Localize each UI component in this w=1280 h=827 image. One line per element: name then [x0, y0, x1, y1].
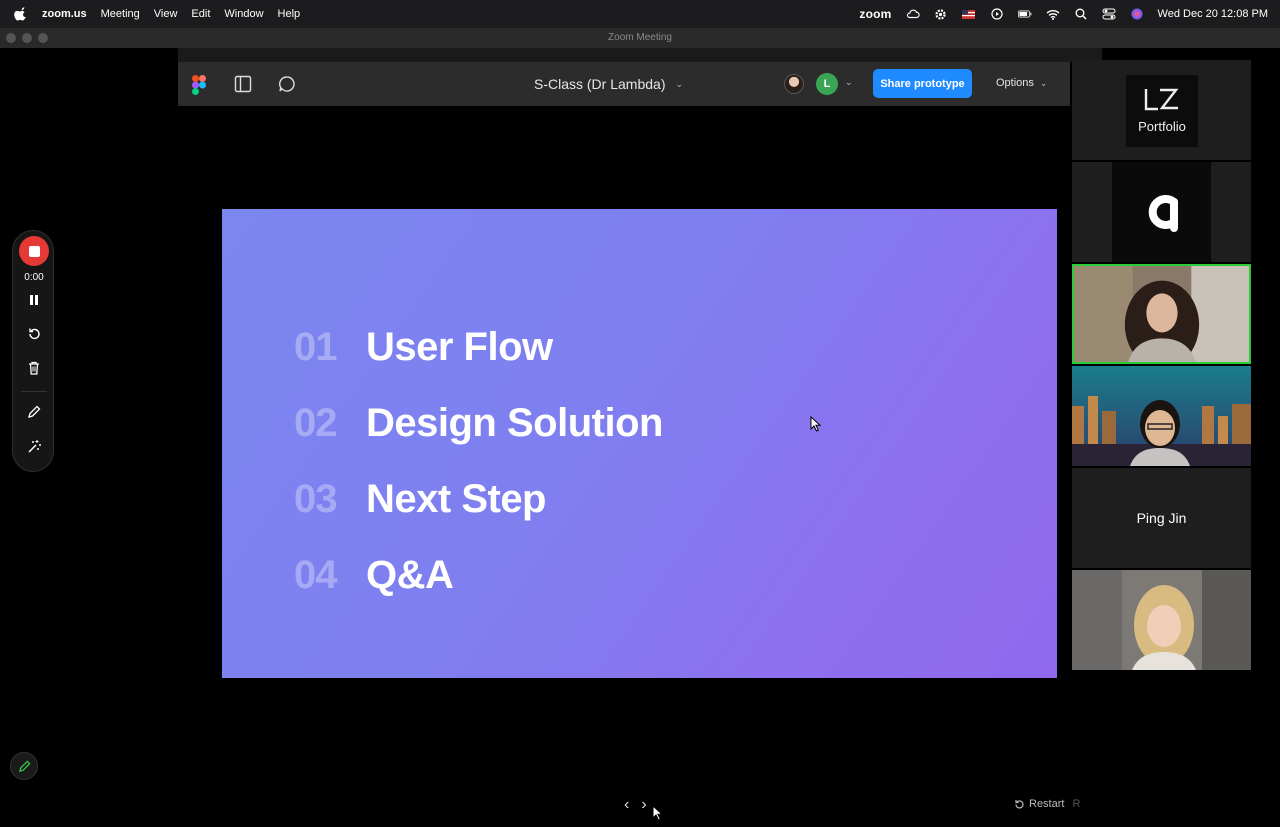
stop-recording-button[interactable] — [19, 236, 49, 266]
pause-recording-button[interactable] — [25, 291, 43, 309]
agenda-number: 04 — [294, 552, 338, 597]
chevron-down-icon: ⌄ — [1039, 77, 1048, 88]
fullscreen-window-button[interactable] — [38, 33, 48, 43]
chevron-down-icon: ⌄ — [675, 78, 684, 89]
flag-icon[interactable] — [962, 7, 976, 21]
pencil-icon — [18, 759, 31, 772]
file-title: S-Class (Dr Lambda) — [534, 76, 666, 92]
agenda-list: 01 User Flow 02 Design Solution 03 Next … — [294, 309, 663, 613]
undo-icon — [29, 328, 40, 340]
effects-tool-button[interactable] — [25, 437, 43, 455]
apple-icon[interactable] — [14, 7, 28, 21]
participant-video — [1074, 266, 1249, 362]
menu-help[interactable]: Help — [278, 8, 301, 20]
close-window-button[interactable] — [6, 33, 16, 43]
control-center-icon[interactable] — [1102, 7, 1116, 21]
agenda-item: 03 Next Step — [294, 461, 663, 537]
next-slide-icon[interactable]: › — [641, 796, 646, 814]
avatars-chevron-down-icon[interactable]: ⌄ — [845, 77, 853, 88]
agenda-label: Q&A — [366, 552, 454, 597]
agenda-item: 04 Q&A — [294, 537, 663, 613]
file-title-dropdown[interactable]: S-Class (Dr Lambda) ⌄ — [534, 76, 683, 92]
shared-screen[interactable]: S-Class (Dr Lambda) ⌄ L ⌄ Share prototyp… — [178, 48, 1102, 827]
draw-tool-button[interactable] — [25, 403, 43, 421]
avatar-initial[interactable]: L — [816, 73, 838, 95]
menu-window[interactable]: Window — [224, 8, 263, 20]
magic-wand-icon — [27, 439, 41, 453]
restart-shortcut-key: R — [1072, 798, 1081, 810]
mouse-cursor-icon — [652, 805, 664, 821]
settings-gear-icon[interactable] — [934, 7, 948, 21]
menu-edit[interactable]: Edit — [191, 8, 210, 20]
lz-portfolio-logo: Portfolio — [1126, 75, 1198, 147]
participant-tile[interactable] — [1072, 570, 1251, 670]
cloud-sync-icon[interactable] — [906, 7, 920, 21]
sidebar-toggle-icon[interactable] — [234, 75, 252, 93]
participant-tile[interactable] — [1072, 366, 1251, 466]
delete-recording-button[interactable] — [25, 359, 43, 377]
options-label: Options — [996, 77, 1034, 89]
restart-label: Restart — [1029, 798, 1065, 810]
pause-icon — [30, 295, 38, 305]
window-title: Zoom Meeting — [608, 32, 672, 43]
share-prototype-button[interactable]: Share prototype — [873, 69, 972, 98]
zoom-status-item[interactable]: zoom — [859, 7, 891, 21]
comment-icon[interactable] — [278, 75, 296, 93]
window-controls[interactable] — [6, 33, 48, 43]
prototype-navigation: ‹ › — [624, 796, 647, 814]
trash-icon — [29, 361, 39, 375]
lz-logo-text: Portfolio — [1138, 119, 1186, 134]
collaborator-avatars[interactable]: L — [784, 73, 838, 95]
search-icon[interactable] — [1074, 7, 1088, 21]
presentation-slide[interactable]: 01 User Flow 02 Design Solution 03 Next … — [222, 209, 1057, 678]
agenda-label: User Flow — [366, 324, 553, 369]
mouse-cursor-icon — [810, 416, 822, 432]
macos-menu-bar: zoom.us Meeting View Edit Window Help zo… — [0, 0, 1280, 28]
menu-view[interactable]: View — [154, 8, 178, 20]
recording-timer: 0:00 — [24, 272, 44, 283]
zoom-window-titlebar: Zoom Meeting — [0, 28, 1280, 48]
participant-tile-active-speaker[interactable] — [1072, 264, 1251, 364]
stop-icon — [28, 245, 40, 257]
previous-slide-icon[interactable]: ‹ — [624, 796, 629, 814]
menubar-datetime[interactable]: Wed Dec 20 12:08 PM — [1158, 8, 1268, 20]
wifi-icon[interactable] — [1046, 7, 1060, 21]
participant-tile[interactable]: Ping Jin — [1072, 468, 1251, 568]
participant-tile[interactable]: Portfolio — [1072, 60, 1251, 160]
toolbar-divider — [21, 391, 47, 392]
annotate-button[interactable] — [10, 752, 38, 780]
minimize-window-button[interactable] — [22, 33, 32, 43]
options-dropdown[interactable]: Options ⌄ — [996, 77, 1047, 89]
c-logo-icon — [1148, 195, 1178, 232]
recording-toolbar: 0:00 — [12, 230, 54, 472]
restart-recording-button[interactable] — [25, 325, 43, 343]
participant-tile[interactable] — [1072, 162, 1251, 262]
figma-toolbar: S-Class (Dr Lambda) ⌄ L ⌄ Share prototyp… — [178, 62, 1070, 106]
figma-logo-icon[interactable] — [192, 75, 206, 95]
participant-video — [1072, 366, 1251, 466]
agenda-number: 01 — [294, 324, 338, 369]
agenda-label: Next Step — [366, 476, 547, 521]
siri-icon[interactable] — [1130, 7, 1144, 21]
lz-logo-icon — [1144, 88, 1179, 111]
restart-icon — [1015, 799, 1024, 809]
agenda-number: 02 — [294, 400, 338, 445]
pencil-icon — [28, 405, 41, 418]
participant-video — [1072, 570, 1251, 670]
shared-browser-tabstrip — [178, 48, 1102, 62]
agenda-item: 01 User Flow — [294, 309, 663, 385]
avatar[interactable] — [784, 74, 804, 94]
menu-meeting[interactable]: Meeting — [101, 8, 140, 20]
participant-name: Ping Jin — [1136, 510, 1187, 526]
restart-button[interactable]: Restart R — [1014, 798, 1080, 810]
battery-icon[interactable] — [1017, 7, 1032, 21]
menu-app-name[interactable]: zoom.us — [42, 8, 87, 20]
play-circle-icon[interactable] — [990, 7, 1004, 21]
agenda-label: Design Solution — [366, 400, 663, 445]
c-logo — [1112, 162, 1211, 262]
agenda-number: 03 — [294, 476, 338, 521]
agenda-item: 02 Design Solution — [294, 385, 663, 461]
